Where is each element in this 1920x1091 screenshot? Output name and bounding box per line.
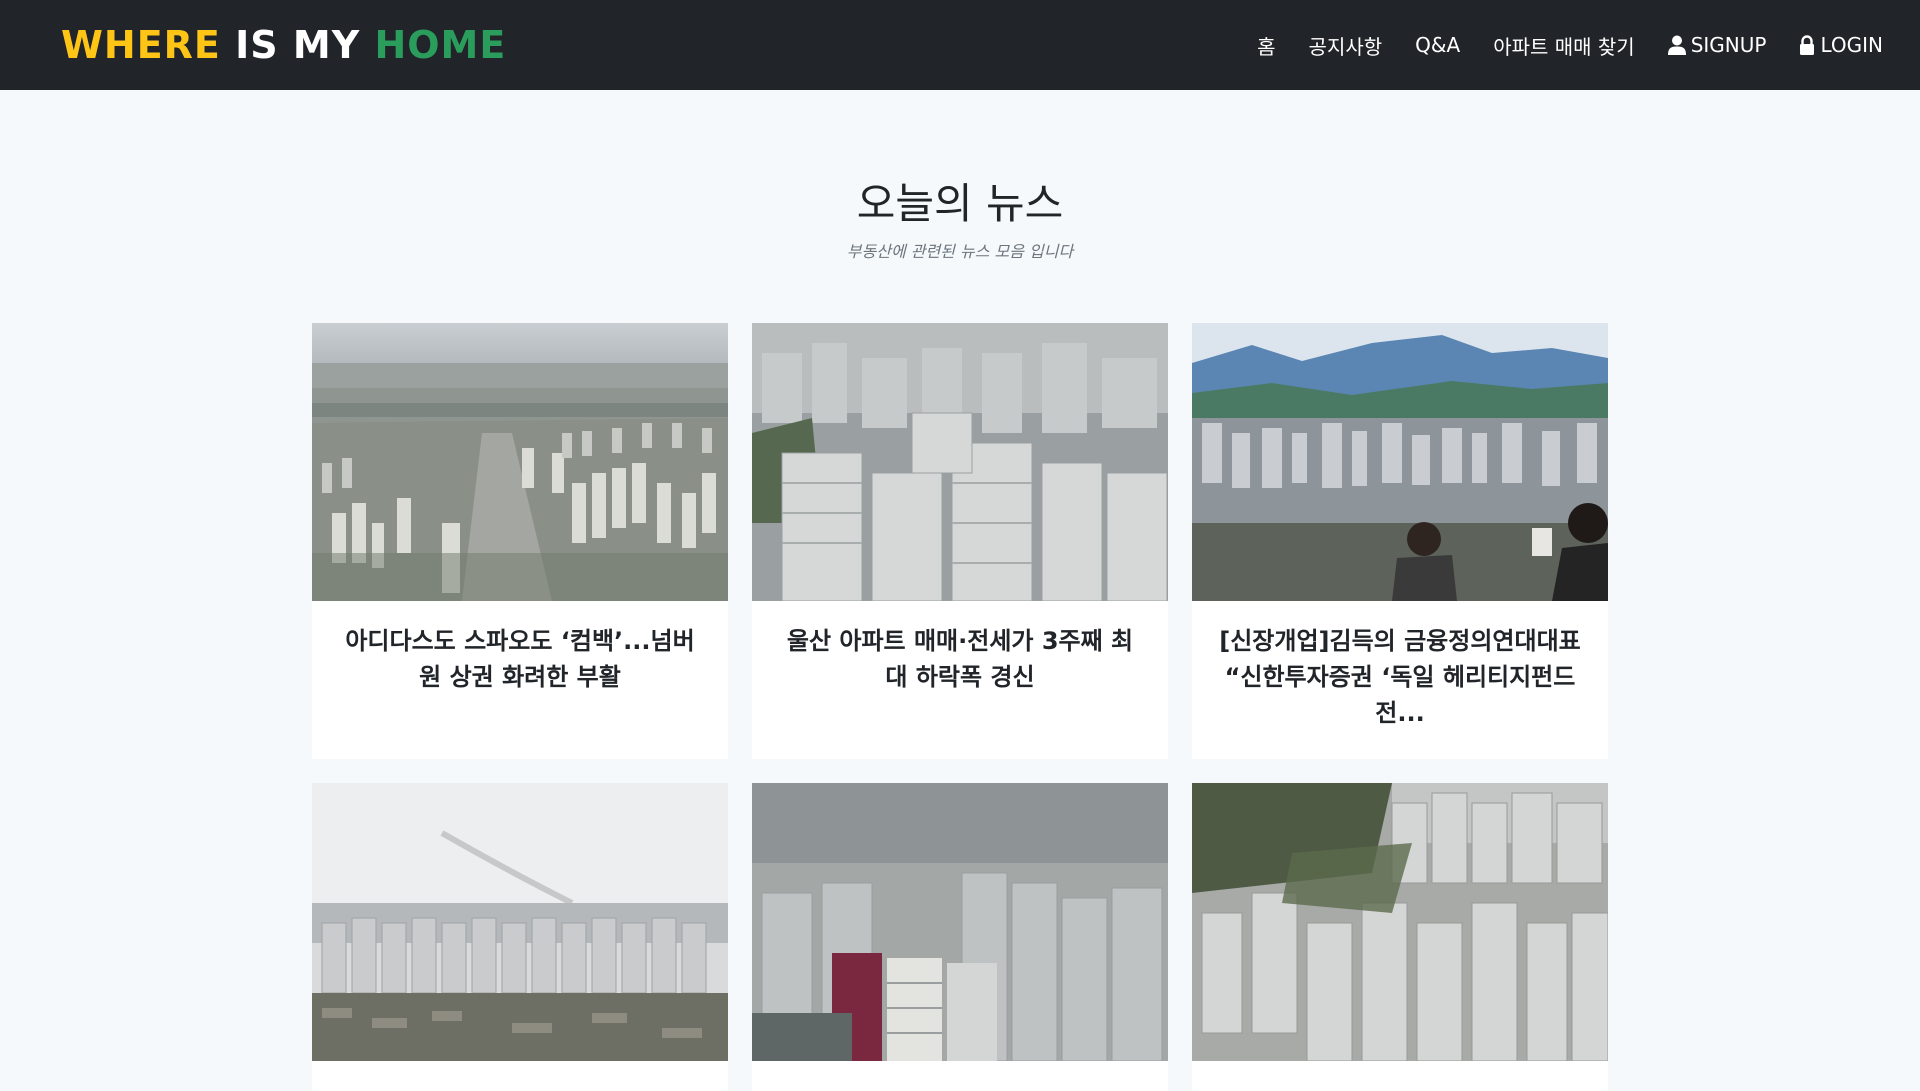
news-title	[312, 1061, 728, 1091]
news-title	[752, 1061, 1168, 1091]
nav-login-link[interactable]: LOGIN	[1799, 33, 1883, 57]
news-thumbnail	[752, 783, 1168, 1061]
news-card[interactable]: 아디다스도 스파오도 ‘컴백’...넘버원 상권 화려한 부활	[312, 323, 728, 759]
brand-part-home: HOME	[374, 23, 507, 67]
signup-label: SIGNUP	[1690, 33, 1767, 57]
news-thumbnail	[312, 323, 728, 601]
news-thumbnail	[752, 323, 1168, 601]
brand-logo[interactable]: WHERE IS MY HOME	[61, 26, 506, 64]
news-title: 아디다스도 스파오도 ‘컴백’...넘버원 상권 화려한 부활	[345, 627, 695, 691]
news-card[interactable]: [신장개업]김득의 금융정의연대대표 “신한투자증권 ‘독일 헤리티지펀드 전.…	[1192, 323, 1608, 759]
nav-qna-link[interactable]: Q&A	[1415, 33, 1460, 57]
news-thumbnail	[1192, 783, 1608, 1061]
nav-notice-link[interactable]: 공지사항	[1309, 31, 1383, 60]
news-grid: 아디다스도 스파오도 ‘컴백’...넘버원 상권 화려한 부활 울산 아파트 매…	[312, 323, 1608, 1091]
page-subtitle: 부동산에 관련된 뉴스 모음 입니다	[846, 242, 1074, 261]
brand-part-is-my: IS MY	[235, 23, 361, 67]
news-card[interactable]	[312, 783, 728, 1091]
lock-icon	[1800, 35, 1815, 55]
brand-part-where: WHERE	[61, 23, 221, 67]
news-title: [신장개업]김득의 금융정의연대대표 “신한투자증권 ‘독일 헤리티지펀드 전.…	[1219, 627, 1581, 727]
main-nav: 홈 공지사항 Q&A 아파트 매매 찾기 SIGNUP LOGIN	[1224, 31, 1883, 60]
news-card[interactable]	[1192, 783, 1608, 1091]
top-navbar: WHERE IS MY HOME 홈 공지사항 Q&A 아파트 매매 찾기 SI…	[0, 0, 1920, 90]
news-thumbnail	[1192, 323, 1608, 601]
user-icon	[1667, 35, 1686, 55]
news-card[interactable]	[752, 783, 1168, 1091]
page-title: 오늘의 뉴스	[856, 179, 1064, 228]
nav-home-link[interactable]: 홈	[1257, 31, 1275, 60]
news-title	[1192, 1061, 1608, 1091]
login-label: LOGIN	[1820, 33, 1883, 57]
news-thumbnail	[312, 783, 728, 1061]
nav-apt-search-link[interactable]: 아파트 매매 찾기	[1493, 31, 1635, 60]
nav-signup-link[interactable]: SIGNUP	[1667, 33, 1767, 57]
news-card[interactable]: 울산 아파트 매매·전세가 3주째 최대 하락폭 경신	[752, 323, 1168, 759]
news-title: 울산 아파트 매매·전세가 3주째 최대 하락폭 경신	[786, 627, 1134, 691]
